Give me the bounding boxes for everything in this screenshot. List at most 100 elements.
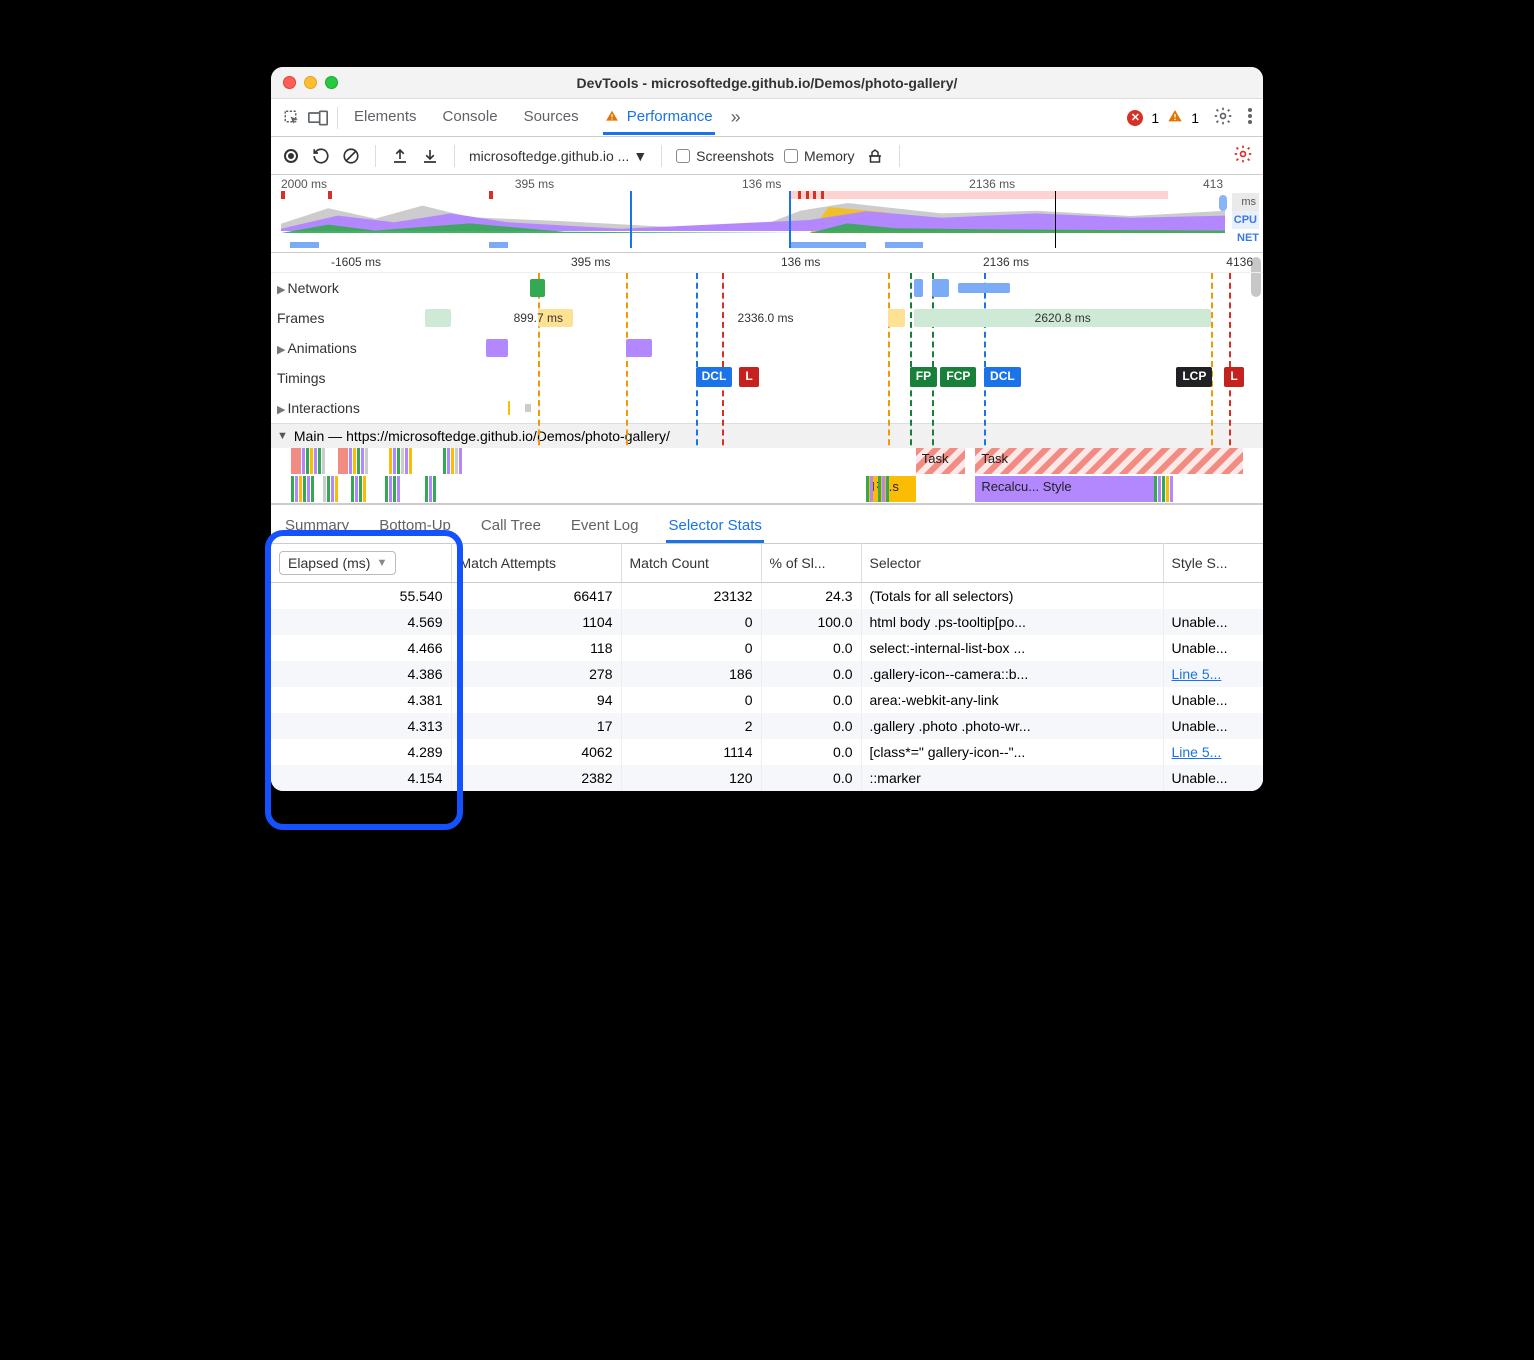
tab-console[interactable]: Console: [441, 100, 500, 135]
warning-count[interactable]: 1: [1191, 110, 1199, 126]
cell-attempts: 4062: [451, 739, 621, 765]
close-window-button[interactable]: [283, 76, 296, 89]
reload-icon[interactable]: [311, 146, 331, 166]
cell-attempts: 66417: [451, 583, 621, 610]
col-count[interactable]: Match Count: [621, 544, 761, 583]
maximize-window-button[interactable]: [325, 76, 338, 89]
tab-elements[interactable]: Elements: [352, 100, 419, 135]
record-icon[interactable]: [281, 146, 301, 166]
btab-eventlog[interactable]: Event Log: [569, 511, 641, 543]
cell-attempts: 118: [451, 635, 621, 661]
performance-toolbar: microsoftedge.github.io ... ▼ Screenshot…: [271, 137, 1263, 175]
error-icon: ✕: [1127, 110, 1143, 126]
cell-pct: 0.0: [761, 765, 861, 791]
cell-style: [1163, 583, 1263, 610]
window-title: DevTools - microsoftedge.github.io/Demos…: [271, 75, 1263, 91]
col-style[interactable]: Style S...: [1163, 544, 1263, 583]
cell-style: Unable...: [1163, 635, 1263, 661]
cell-elapsed: 55.540: [271, 583, 451, 610]
table-row[interactable]: 4.56911040100.0html body .ps-tooltip[po.…: [271, 609, 1263, 635]
cell-count: 0: [621, 687, 761, 713]
overview-cpu-label: CPU: [1232, 211, 1259, 229]
recording-selector[interactable]: microsoftedge.github.io ... ▼: [469, 148, 647, 164]
table-header-row: Elapsed (ms)▼ Match Attempts Match Count…: [271, 544, 1263, 583]
upload-icon[interactable]: [390, 146, 410, 166]
cell-elapsed: 4.386: [271, 661, 451, 687]
screenshots-checkbox[interactable]: Screenshots: [676, 148, 774, 164]
col-elapsed[interactable]: Elapsed (ms)▼: [271, 544, 451, 583]
tab-sources[interactable]: Sources: [522, 100, 581, 135]
cell-selector: [class*=" gallery-icon--"...: [861, 739, 1163, 765]
cell-pct: 100.0: [761, 609, 861, 635]
titlebar: DevTools - microsoftedge.github.io/Demos…: [271, 67, 1263, 99]
btab-calltree[interactable]: Call Tree: [479, 511, 543, 543]
col-pct[interactable]: % of Sl...: [761, 544, 861, 583]
memory-checkbox[interactable]: Memory: [784, 148, 855, 164]
download-icon[interactable]: [420, 146, 440, 166]
inspect-icon[interactable]: [281, 107, 303, 129]
cell-count: 1114: [621, 739, 761, 765]
clear-icon[interactable]: [341, 146, 361, 166]
overview-handle-right[interactable]: [1219, 195, 1227, 211]
settings-icon[interactable]: [1213, 106, 1233, 129]
btab-bottomup[interactable]: Bottom-Up: [377, 511, 453, 543]
row-interactions[interactable]: ▶Interactions: [271, 393, 1263, 423]
cell-elapsed: 4.154: [271, 765, 451, 791]
cell-count: 2: [621, 713, 761, 739]
col-selector[interactable]: Selector: [861, 544, 1163, 583]
cell-attempts: 17: [451, 713, 621, 739]
btab-selector-stats[interactable]: Selector Stats: [666, 511, 763, 543]
row-frames[interactable]: Frames 899.7 ms 2336.0 ms 2620.8 ms: [271, 303, 1263, 333]
cell-style: Unable...: [1163, 687, 1263, 713]
row-network[interactable]: ▶Network: [271, 273, 1263, 303]
minimize-window-button[interactable]: [304, 76, 317, 89]
cell-pct: 0.0: [761, 713, 861, 739]
cell-selector: .gallery .photo .photo-wr...: [861, 713, 1163, 739]
cell-selector: area:-webkit-any-link: [861, 687, 1163, 713]
table-row[interactable]: 4.3819400.0area:-webkit-any-linkUnable..…: [271, 687, 1263, 713]
timeline-panel[interactable]: -1605 ms 395 ms 136 ms 2136 ms 4136 ▶Net…: [271, 253, 1263, 505]
table-row[interactable]: 4.289406211140.0[class*=" gallery-icon--…: [271, 739, 1263, 765]
cell-style: Unable...: [1163, 765, 1263, 791]
cell-elapsed: 4.289: [271, 739, 451, 765]
cell-selector: .gallery-icon--camera::b...: [861, 661, 1163, 687]
garbage-collect-icon[interactable]: [865, 146, 885, 166]
btab-summary[interactable]: Summary: [283, 511, 351, 543]
row-main-header[interactable]: ▼ Main — https://microsoftedge.github.io…: [271, 423, 1263, 448]
cell-elapsed: 4.313: [271, 713, 451, 739]
cell-elapsed: 4.466: [271, 635, 451, 661]
device-toggle-icon[interactable]: [307, 107, 329, 129]
dropdown-icon: ▼: [633, 148, 647, 164]
cell-style[interactable]: Line 5...: [1163, 661, 1263, 687]
capture-settings-icon[interactable]: [1233, 144, 1253, 167]
tab-performance-label: Performance: [627, 108, 713, 125]
warning-icon: [1167, 108, 1183, 127]
cell-pct: 24.3: [761, 583, 861, 610]
cell-attempts: 278: [451, 661, 621, 687]
cell-attempts: 2382: [451, 765, 621, 791]
table-row[interactable]: 4.3862781860.0.gallery-icon--camera::b..…: [271, 661, 1263, 687]
table-row[interactable]: 4.46611800.0select:-internal-list-box ..…: [271, 635, 1263, 661]
main-toolbar: Elements Console Sources Performance » ✕…: [271, 99, 1263, 137]
row-animations[interactable]: ▶Animations: [271, 333, 1263, 363]
cell-pct: 0.0: [761, 661, 861, 687]
sort-desc-icon: ▼: [376, 557, 387, 569]
selector-stats-table: Elapsed (ms)▼ Match Attempts Match Count…: [271, 543, 1263, 791]
timeline-ruler: -1605 ms 395 ms 136 ms 2136 ms 4136: [271, 253, 1263, 273]
more-tabs-icon[interactable]: »: [731, 107, 741, 128]
cell-attempts: 1104: [451, 609, 621, 635]
cell-style[interactable]: Line 5...: [1163, 739, 1263, 765]
tab-performance[interactable]: Performance: [603, 100, 715, 135]
flame-chart[interactable]: Task Task R...s Recalcu... Style: [271, 448, 1263, 504]
error-count[interactable]: 1: [1151, 110, 1159, 126]
overview-panel[interactable]: 2000 ms 395 ms 136 ms 2136 ms 413: [271, 175, 1263, 253]
row-timings[interactable]: Timings DCL L FP FCP DCL LCP L: [271, 363, 1263, 393]
col-attempts[interactable]: Match Attempts: [451, 544, 621, 583]
table-row[interactable]: 4.3131720.0.gallery .photo .photo-wr...U…: [271, 713, 1263, 739]
table-row[interactable]: 4.15423821200.0::markerUnable...: [271, 765, 1263, 791]
table-row[interactable]: 55.540664172313224.3(Totals for all sele…: [271, 583, 1263, 610]
cell-elapsed: 4.381: [271, 687, 451, 713]
overview-ms-label: ms: [1232, 193, 1259, 211]
more-options-icon[interactable]: [1247, 107, 1253, 128]
cell-elapsed: 4.569: [271, 609, 451, 635]
